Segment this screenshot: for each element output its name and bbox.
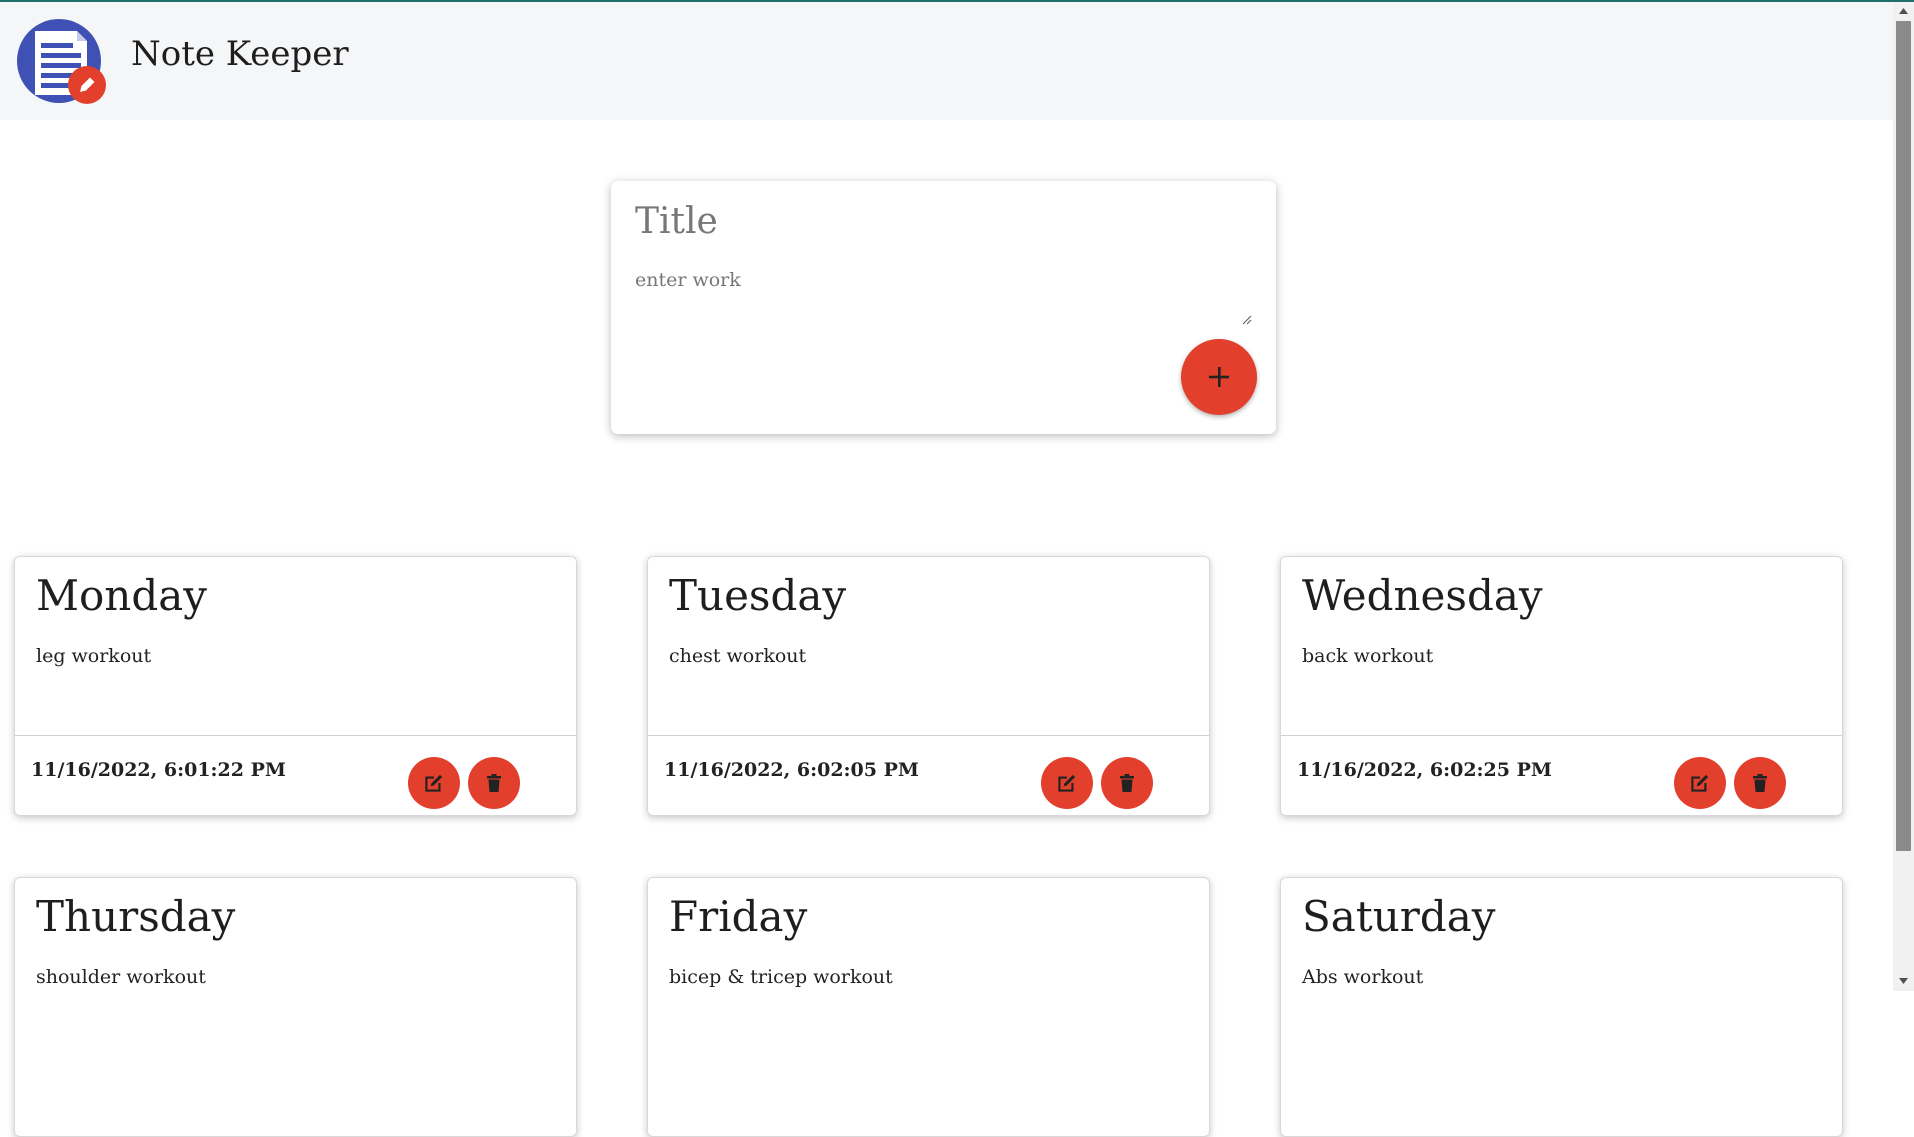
note-body-textarea[interactable] xyxy=(633,267,1247,331)
note-body: shoulder workout xyxy=(36,966,206,988)
app-title: Note Keeper xyxy=(131,34,349,74)
notepad-pencil-logo-icon xyxy=(17,19,106,104)
card-divider xyxy=(648,735,1209,736)
note-body: Abs workout xyxy=(1302,966,1424,988)
note-card: Thursday shoulder workout xyxy=(14,877,577,1137)
note-title: Wednesday xyxy=(1302,571,1543,620)
note-title: Thursday xyxy=(36,892,236,941)
note-timestamp: 11/16/2022, 6:01:22 PM xyxy=(31,759,286,781)
note-title: Tuesday xyxy=(669,571,847,620)
note-card: Tuesday chest workout 11/16/2022, 6:02:0… xyxy=(647,556,1210,816)
note-timestamp: 11/16/2022, 6:02:05 PM xyxy=(664,759,919,781)
note-card: Saturday Abs workout xyxy=(1280,877,1843,1137)
note-card: Wednesday back workout 11/16/2022, 6:02:… xyxy=(1280,556,1843,816)
scrollbar-thumb[interactable] xyxy=(1896,21,1911,851)
textarea-resize-handle-icon[interactable] xyxy=(1242,315,1252,325)
card-divider xyxy=(15,735,576,736)
scroll-up-arrow-icon[interactable] xyxy=(1898,7,1909,15)
app-header: Note Keeper xyxy=(0,2,1893,120)
trash-icon xyxy=(1753,774,1767,792)
note-title: Saturday xyxy=(1302,892,1496,941)
note-title: Monday xyxy=(36,571,207,620)
title-input[interactable] xyxy=(633,195,1237,247)
note-card: Friday bicep & tricep workout xyxy=(647,877,1210,1137)
trash-icon xyxy=(487,774,501,792)
trash-icon xyxy=(1120,774,1134,792)
note-body: back workout xyxy=(1302,645,1434,667)
note-title: Friday xyxy=(669,892,808,941)
delete-note-button[interactable] xyxy=(468,757,520,809)
note-card: Monday leg workout 11/16/2022, 6:01:22 P… xyxy=(14,556,577,816)
edit-note-button[interactable] xyxy=(1674,757,1726,809)
note-composer xyxy=(611,181,1276,434)
note-timestamp: 11/16/2022, 6:02:25 PM xyxy=(1297,759,1552,781)
note-body: chest workout xyxy=(669,645,807,667)
edit-icon xyxy=(1058,774,1076,792)
edit-icon xyxy=(425,774,443,792)
plus-icon xyxy=(1209,367,1229,387)
edit-note-button[interactable] xyxy=(408,757,460,809)
delete-note-button[interactable] xyxy=(1734,757,1786,809)
vertical-scrollbar[interactable] xyxy=(1893,2,1914,991)
edit-icon xyxy=(1691,774,1709,792)
note-body: leg workout xyxy=(36,645,152,667)
edit-note-button[interactable] xyxy=(1041,757,1093,809)
scroll-down-arrow-icon[interactable] xyxy=(1898,977,1909,985)
add-note-button[interactable] xyxy=(1181,339,1257,415)
delete-note-button[interactable] xyxy=(1101,757,1153,809)
card-divider xyxy=(1281,735,1842,736)
note-body: bicep & tricep workout xyxy=(669,966,893,988)
